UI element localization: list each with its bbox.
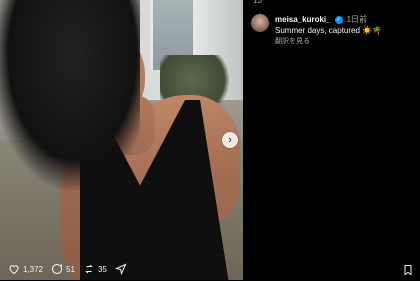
repost-icon	[85, 264, 93, 274]
post-side-panel: 13 meisa_kuroki_ ✓ 1日前 Summer days, capt…	[243, 0, 420, 280]
previous-counts-strip: 13	[243, 0, 420, 6]
bookmark-icon	[404, 265, 412, 276]
post-caption: Summer days, captured ☀️🌴	[275, 26, 383, 35]
comment-action[interactable]: 51	[51, 263, 75, 275]
repost-action[interactable]: 35	[83, 263, 107, 275]
send-icon	[114, 263, 127, 275]
top-count: 13	[253, 0, 262, 5]
comment-icon	[52, 264, 63, 274]
next-image-button[interactable]: ›	[222, 132, 238, 148]
repost-count: 35	[97, 264, 107, 274]
photo-hair	[0, 0, 140, 190]
post-meta: meisa_kuroki_ ✓ 1日前 Summer days, capture…	[275, 14, 382, 47]
post-time[interactable]: 1日前	[347, 14, 367, 25]
heart-icon	[9, 265, 19, 275]
username-link[interactable]: meisa_kuroki_	[275, 14, 331, 25]
instagram-post-view: › 13 meisa_kuroki_ ✓ 1日前 Summer days, ca…	[0, 0, 420, 280]
comment-count: 51	[66, 264, 75, 274]
action-bar: 1,372 51 35	[8, 263, 127, 275]
post-meta-row: meisa_kuroki_ ✓ 1日前	[275, 14, 382, 25]
chevron-right-icon: ›	[228, 134, 232, 146]
like-action[interactable]: 1,372	[8, 263, 43, 275]
avatar[interactable]	[251, 14, 269, 32]
post-photo[interactable]	[0, 0, 243, 280]
save-action[interactable]	[402, 263, 414, 281]
like-count: 1,372	[23, 264, 44, 274]
see-translation-link[interactable]: 翻訳を見る	[275, 36, 382, 47]
post-header: meisa_kuroki_ ✓ 1日前 Summer days, capture…	[251, 14, 416, 47]
share-action[interactable]	[114, 263, 127, 275]
verified-badge-icon: ✓	[334, 15, 343, 24]
